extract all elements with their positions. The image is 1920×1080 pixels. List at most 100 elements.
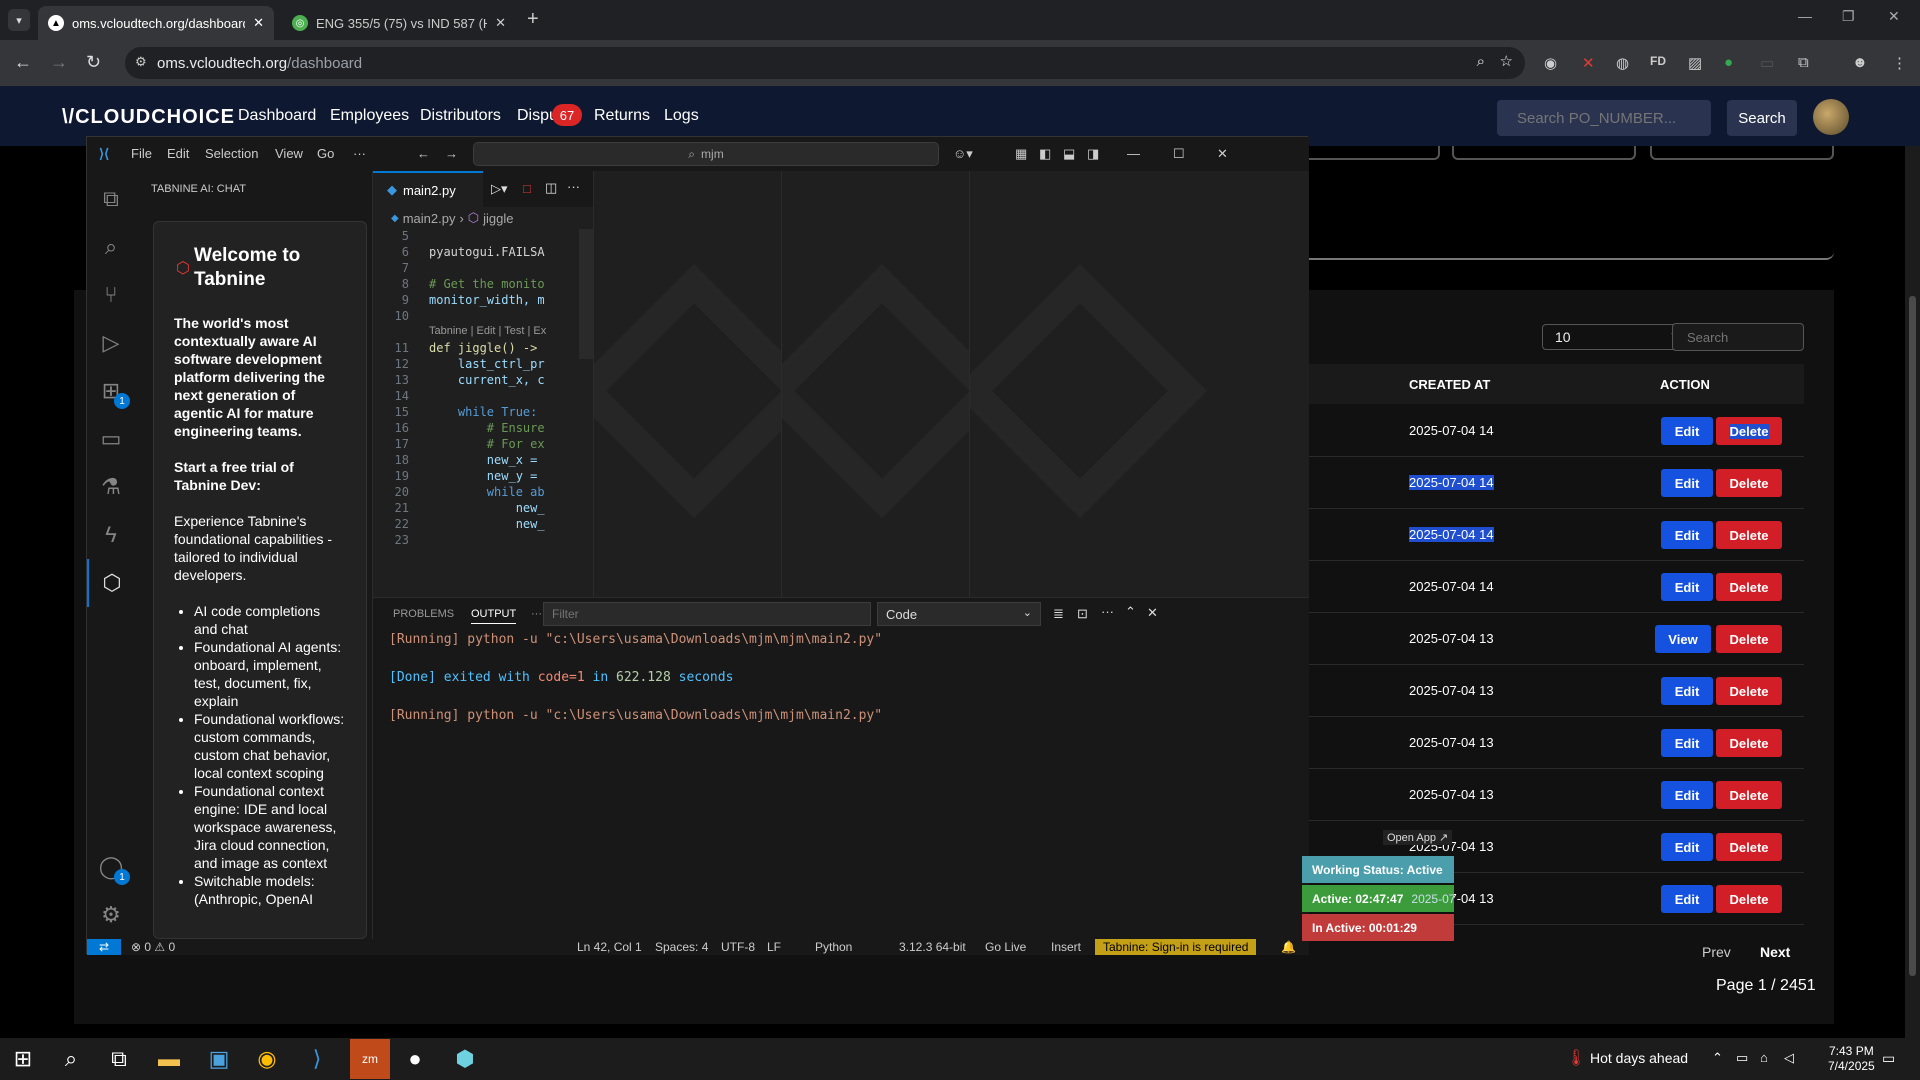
tab-problems[interactable]: PROBLEMS (393, 608, 454, 620)
menu-more[interactable]: ··· (353, 146, 366, 161)
copilot-icon[interactable]: ☺▾ (953, 146, 973, 162)
search-icon[interactable]: ⌕ (87, 223, 135, 271)
task-view-icon[interactable]: ⧉ (104, 1044, 134, 1074)
app-hex-icon[interactable]: ⬢ (450, 1044, 480, 1074)
delete-button[interactable]: Delete (1716, 573, 1782, 601)
source-control-icon[interactable]: ⑂ (87, 271, 135, 319)
tabnine-icon[interactable]: ⬡ (87, 559, 135, 607)
po-search-button[interactable]: Search (1727, 100, 1797, 136)
extension-fd-icon[interactable]: FD (1650, 54, 1666, 68)
edit-button[interactable]: Edit (1661, 833, 1713, 861)
toggle-sidebar-icon[interactable]: ◧ (1039, 146, 1051, 162)
run-file-icon[interactable]: ▷▾ (491, 181, 508, 197)
minimize-icon[interactable]: — (1127, 146, 1140, 161)
new-tab-button[interactable]: + (527, 8, 539, 31)
editor-tab-main2[interactable]: ◆ main2.py (373, 171, 483, 207)
page-size-select[interactable]: 10▼ (1542, 324, 1690, 350)
editor-more-icon[interactable]: ··· (567, 179, 580, 194)
zoom-app-icon[interactable]: zm (350, 1039, 390, 1079)
browser-tab-cricket[interactable]: ◎ ENG 355/5 (75) vs IND 587 (Ha ✕ (282, 6, 516, 40)
url-field[interactable]: ⚙ oms.vcloudtech.org/dashboard ⌕ ☆ (125, 47, 1525, 79)
edit-button[interactable]: Edit (1661, 781, 1713, 809)
edit-button[interactable]: Edit (1661, 469, 1713, 497)
reload-icon[interactable]: ↻ (86, 52, 101, 73)
layout-customize-icon[interactable]: ▦ (1015, 146, 1027, 162)
delete-button[interactable]: Delete (1716, 677, 1782, 705)
browser-tab-dashboard[interactable]: ▲ oms.vcloudtech.org/dashboard ✕ (38, 6, 274, 40)
cursor-position[interactable]: Ln 42, Col 1 (577, 940, 642, 954)
nav-returns[interactable]: Returns (594, 107, 650, 125)
language-mode[interactable]: Python (815, 940, 852, 954)
forward-icon[interactable]: → (50, 52, 68, 73)
output-filter-input[interactable] (543, 602, 871, 626)
restore-window-icon[interactable]: ❐ (1842, 8, 1855, 25)
menu-edit[interactable]: Edit (167, 146, 189, 161)
menu-selection[interactable]: Selection (205, 146, 258, 161)
run-debug-icon[interactable]: ▷ (87, 319, 135, 367)
delete-button[interactable]: Delete (1716, 781, 1782, 809)
panel-more-icon[interactable]: ··· (531, 608, 542, 620)
extensions-puzzle-icon[interactable]: ⧉ (1798, 54, 1809, 71)
nav-forward-icon[interactable]: → (445, 146, 458, 161)
edit-button[interactable]: Edit (1661, 885, 1713, 913)
output-channel-select[interactable]: Code ⌄ (877, 602, 1041, 626)
user-avatar[interactable] (1813, 99, 1849, 135)
nav-logs[interactable]: Logs (664, 107, 699, 125)
next-page-button[interactable]: Next (1760, 944, 1790, 960)
nav-dashboard[interactable]: Dashboard (238, 107, 316, 125)
network-icon[interactable]: ⌂ (1760, 1050, 1768, 1065)
split-editor-icon[interactable]: ◫ (545, 180, 557, 196)
minimap[interactable] (579, 229, 593, 359)
command-center-search[interactable]: ⌕ mjm (473, 142, 939, 166)
delete-button[interactable]: Delete (1716, 885, 1782, 913)
po-number-search-input[interactable] (1497, 100, 1711, 136)
extension-screen-icon[interactable]: ▭ (1760, 54, 1774, 72)
codelens-actions[interactable]: Tabnine | Edit | Test | Ex (429, 325, 546, 337)
maximize-panel-icon[interactable]: ⌃ (1125, 604, 1136, 620)
site-logo[interactable]: \/CLOUDCHOICE (62, 106, 235, 129)
site-info-icon[interactable]: ⚙ (135, 54, 147, 70)
profile-avatar-icon[interactable]: ☻ (1852, 54, 1868, 71)
lightning-icon[interactable]: ϟ (87, 511, 135, 559)
windows-start-icon[interactable]: ⊞ (8, 1044, 38, 1074)
tab-output[interactable]: OUTPUT (471, 608, 517, 624)
encoding[interactable]: UTF-8 (721, 940, 755, 954)
delete-button[interactable]: Delete (1716, 625, 1782, 653)
battery-icon[interactable]: ▭ (1736, 1050, 1748, 1066)
extensions-icon[interactable]: ⊞ 1 (87, 367, 135, 415)
delete-button[interactable]: Delete (1716, 833, 1782, 861)
toggle-panel-icon[interactable]: ⬓ (1063, 146, 1075, 162)
volume-icon[interactable]: ◁ (1784, 1050, 1794, 1066)
stop-icon[interactable]: □ (523, 181, 531, 196)
delete-button[interactable]: Delete (1716, 469, 1782, 497)
explorer-icon[interactable]: ⧉ (87, 175, 135, 223)
prev-page-button[interactable]: Prev (1702, 944, 1731, 960)
extension-eyes-icon[interactable]: ◉ (1544, 54, 1557, 72)
edit-button[interactable]: Edit (1661, 521, 1713, 549)
go-live-button[interactable]: Go Live (985, 940, 1026, 954)
page-scrollbar[interactable] (1905, 146, 1920, 1038)
vscode-icon[interactable]: ⟩ (302, 1044, 332, 1074)
edit-button[interactable]: Edit (1661, 677, 1713, 705)
weather-text[interactable]: Hot days ahead (1590, 1050, 1688, 1066)
remote-indicator-icon[interactable]: ⇄ (87, 939, 121, 955)
search-icon[interactable]: ⌕ (56, 1044, 86, 1074)
minimize-window-icon[interactable]: — (1798, 8, 1812, 24)
notification-center-icon[interactable]: ▭ (1882, 1050, 1895, 1067)
file-explorer-icon[interactable]: ▬ (154, 1044, 184, 1074)
app-circle-icon[interactable]: ● (400, 1044, 430, 1074)
extension-globe-icon[interactable]: ◍ (1616, 54, 1629, 72)
toggle-secondary-sidebar-icon[interactable]: ◨ (1087, 146, 1099, 162)
close-tab-icon[interactable]: ✕ (253, 15, 264, 31)
extension-x-icon[interactable]: ✕ (1582, 54, 1595, 72)
browser-menu-icon[interactable]: ⋮ (1892, 54, 1907, 72)
testing-icon[interactable]: ⚗ (87, 463, 135, 511)
code-editor[interactable]: 5 6 pyautogui.FAILSA 7 8 # Get the monito … (373, 229, 573, 597)
close-icon[interactable]: ✕ (1217, 146, 1228, 162)
edit-button[interactable]: Edit (1661, 573, 1713, 601)
tray-chevron-icon[interactable]: ⌃ (1712, 1050, 1723, 1066)
extension-green-icon[interactable]: ● (1724, 54, 1733, 71)
close-tab-icon[interactable]: ✕ (495, 15, 506, 31)
tabnine-status[interactable]: Tabnine: Sign-in is required (1095, 939, 1257, 955)
extension-image-icon[interactable]: ▨ (1688, 54, 1702, 72)
